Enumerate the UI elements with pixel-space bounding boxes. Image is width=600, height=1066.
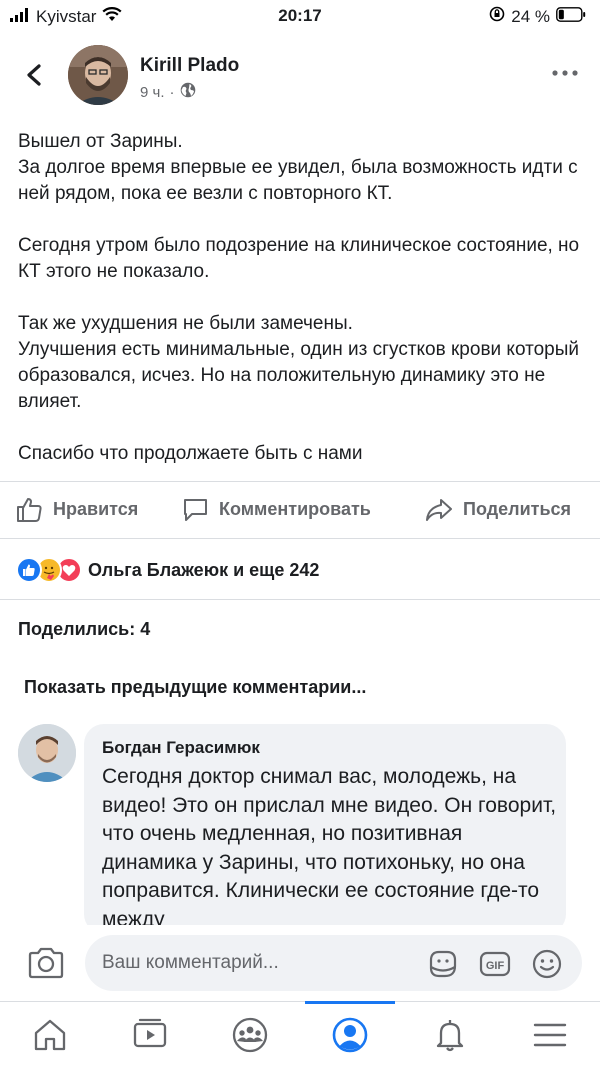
bottom-tab-bar bbox=[0, 1001, 600, 1066]
like-label: Нравится bbox=[53, 499, 139, 519]
comment-input-pill: GIF bbox=[85, 935, 582, 991]
svg-text:GIF: GIF bbox=[486, 960, 505, 972]
rotation-lock-icon bbox=[489, 6, 505, 27]
comment-composer: GIF bbox=[0, 925, 600, 1001]
watch-icon bbox=[133, 1018, 167, 1047]
comment-button[interactable]: Комментировать bbox=[182, 496, 371, 523]
comment-bubble-icon bbox=[184, 499, 207, 521]
post-actions: Нравится Комментировать Поделиться bbox=[0, 481, 600, 539]
reactions-summary[interactable]: Ольга Блажеюк и еще 242 bbox=[16, 553, 319, 587]
post-paragraph: Сегодня утром было подозрение на клиниче… bbox=[18, 235, 580, 282]
chevron-left-icon bbox=[27, 64, 41, 86]
meta-separator: · bbox=[169, 83, 175, 101]
menu-icon bbox=[533, 1023, 567, 1046]
comment-bubble[interactable]: Богдан Герасимюк Сегодня доктор снимал в… bbox=[84, 724, 566, 934]
tab-watch[interactable] bbox=[100, 1002, 200, 1066]
divider bbox=[0, 599, 600, 600]
post-paragraph: Вышел от Зарины. За долгое время впервые… bbox=[18, 131, 578, 204]
more-options-button[interactable] bbox=[550, 66, 580, 80]
status-bar: Kyivstar 20:17 24 % bbox=[0, 0, 600, 34]
gif-icon: GIF bbox=[479, 951, 511, 977]
post-paragraph: Так же ухудшения не были замечены. Улучш… bbox=[18, 313, 579, 412]
post-meta: 9 ч. · bbox=[140, 82, 196, 102]
emoji-button[interactable] bbox=[531, 948, 563, 980]
back-button[interactable] bbox=[18, 58, 52, 92]
comment-text: Сегодня доктор снимал вас, молодежь, на … bbox=[102, 765, 557, 931]
comment-label: Комментировать bbox=[219, 499, 371, 519]
smiley-icon bbox=[532, 949, 562, 979]
groups-icon bbox=[232, 1017, 268, 1052]
like-button[interactable]: Нравится bbox=[16, 496, 138, 523]
post-paragraph: Спасибо что продолжаете быть с нами bbox=[18, 443, 363, 464]
camera-icon bbox=[28, 947, 64, 979]
post-time[interactable]: 9 ч. bbox=[140, 84, 165, 101]
thumbs-up-icon bbox=[17, 498, 42, 522]
shares-count[interactable]: Поделились: 4 bbox=[18, 619, 150, 640]
author-avatar[interactable] bbox=[68, 45, 128, 105]
reaction-names: Ольга Блажеюк и еще 242 bbox=[88, 559, 320, 580]
gif-button[interactable]: GIF bbox=[479, 948, 511, 980]
notifications-icon bbox=[436, 1019, 464, 1051]
author-name[interactable]: Kirill Plado bbox=[140, 55, 239, 77]
sticker-button[interactable] bbox=[427, 948, 459, 980]
home-icon bbox=[34, 1019, 66, 1050]
post-body: Вышел от Зарины. За долгое время впервые… bbox=[18, 129, 588, 467]
more-dots-icon bbox=[552, 70, 578, 76]
like-icon bbox=[16, 557, 42, 583]
tab-notifications[interactable] bbox=[400, 1002, 500, 1066]
post-header: Kirill Plado 9 ч. · bbox=[0, 40, 600, 116]
comment-author[interactable]: Богдан Герасимюк bbox=[102, 738, 260, 758]
profile-icon bbox=[332, 1017, 368, 1052]
comment-input[interactable] bbox=[102, 947, 412, 979]
globe-icon bbox=[180, 82, 196, 102]
battery-icon bbox=[556, 6, 586, 27]
share-button[interactable]: Поделиться bbox=[425, 496, 571, 523]
share-label: Поделиться bbox=[463, 499, 572, 519]
battery-percent: 24 % bbox=[511, 6, 550, 26]
tab-groups[interactable] bbox=[200, 1002, 300, 1066]
tab-menu[interactable] bbox=[500, 1002, 600, 1066]
sticker-icon bbox=[429, 950, 457, 978]
commenter-avatar[interactable] bbox=[18, 724, 76, 782]
share-arrow-icon bbox=[426, 499, 452, 521]
view-previous-comments-link[interactable]: Показать предыдущие комментарии... bbox=[24, 677, 366, 698]
tab-profile[interactable] bbox=[300, 1002, 400, 1066]
tab-home[interactable] bbox=[0, 1002, 100, 1066]
camera-button[interactable] bbox=[27, 946, 65, 980]
